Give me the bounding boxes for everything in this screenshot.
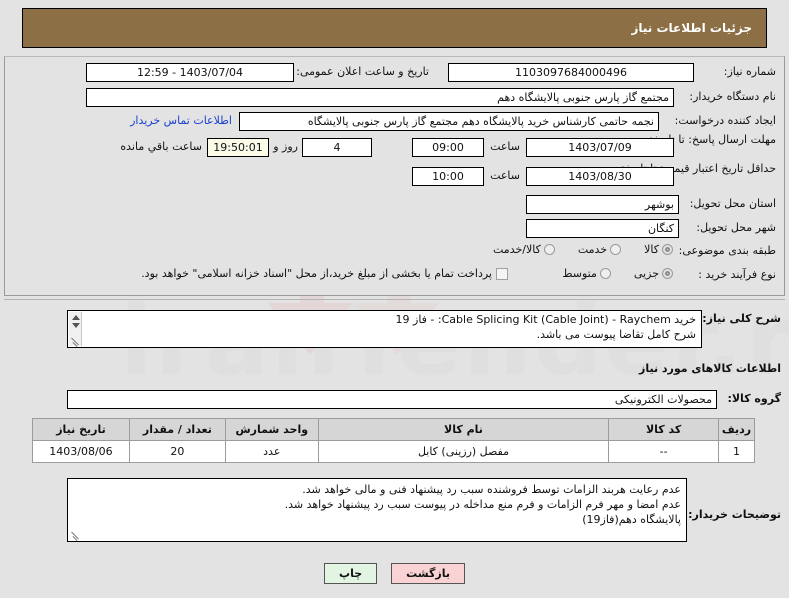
radio-category-kala[interactable] <box>662 244 673 255</box>
buyer-notes-textarea[interactable]: عدم رعایت هربند الزامات توسط فروشنده سبب… <box>67 478 687 542</box>
deadline-hour-label: ساعت <box>490 140 520 153</box>
province-value: بوشهر <box>526 195 679 214</box>
description-resize-grip[interactable] <box>70 336 80 347</box>
description-line-1: خرید Cable Splicing Kit (Cable Joint) - … <box>395 313 696 326</box>
need-number-label: شماره نیاز: <box>723 65 776 78</box>
radio-category-kala-khedmat-label: کالا/خدمت <box>493 243 541 256</box>
buyer-notes-line-2: عدم امضا و مهر فرم الزامات و فرم منع مدا… <box>284 498 681 511</box>
table-row: 1 -- مفصل (رزینی) کابل عدد 20 1403/08/06 <box>32 440 755 463</box>
goods-table: ردیف کد کالا نام کالا واحد شمارش تعداد /… <box>32 418 755 463</box>
deadline-date-value: 1403/07/09 <box>526 138 674 157</box>
print-button[interactable]: چاپ <box>324 563 378 584</box>
days-remaining-word: روز و <box>273 140 298 153</box>
buyer-notes-line-3: پالایشگاه دهم(فاز19) <box>582 513 681 526</box>
buyer-notes-line-1: عدم رعایت هربند الزامات توسط فروشنده سبب… <box>302 483 681 496</box>
goods-group-value: محصولات الکترونیکی <box>67 390 717 409</box>
description-line-2: شرح کامل تقاضا پیوست می باشد. <box>536 328 696 341</box>
page-title: جزئیات اطلاعات نیاز <box>22 8 767 48</box>
requester-value: نجمه حاتمی کارشناس خرید پالایشگاه دهم مج… <box>239 112 659 131</box>
cell-qty: 20 <box>128 440 226 463</box>
scroll-up-icon[interactable] <box>72 315 80 320</box>
province-label: استان محل تحویل: <box>689 197 776 210</box>
city-value: کنگان <box>526 219 679 238</box>
announce-datetime-label: تاریخ و ساعت اعلان عمومی: <box>296 65 429 78</box>
validity-date-value: 1403/08/30 <box>526 167 674 186</box>
need-info-panel: شماره نیاز: 1103097684000496 تاریخ و ساع… <box>4 56 785 296</box>
radio-category-khedmat-label: خدمت <box>577 243 608 256</box>
buyer-org-value: مجتمع گاز پارس جنوبی پالایشگاه دهم <box>86 88 674 107</box>
cell-name: مفصل (رزینی) کابل <box>317 440 610 463</box>
days-remaining-value: 4 <box>302 138 372 157</box>
deadline-hour-value: 09:00 <box>412 138 484 157</box>
cell-code: -- <box>608 440 720 463</box>
radio-category-khedmat[interactable] <box>610 244 622 255</box>
radio-category-kala-label: کالا <box>644 243 659 256</box>
col-need-date: تاریخ نیاز <box>32 418 130 441</box>
announce-datetime-value: 12:59 - 1403/07/04 <box>86 63 294 82</box>
radio-process-motevaset[interactable] <box>599 268 611 279</box>
need-details-panel: شرح کلی نیاز: خرید Cable Splicing Kit (C… <box>4 300 785 558</box>
col-qty: تعداد / مقدار <box>128 418 226 441</box>
buyer-org-label: نام دستگاه خریدار: <box>689 90 776 103</box>
city-label: شهر محل تحویل: <box>696 221 776 234</box>
cell-unit: عدد <box>224 440 319 463</box>
time-remaining-value: 19:50:01 <box>207 138 269 157</box>
treasury-bonds-label: پرداخت تمام یا بخشی از مبلغ خرید،از محل … <box>141 267 492 280</box>
description-textarea[interactable]: خرید Cable Splicing Kit (Cable Joint) - … <box>67 310 702 348</box>
buyer-notes-resize-grip[interactable] <box>70 530 80 541</box>
goods-table-header-row: ردیف کد کالا نام کالا واحد شمارش تعداد /… <box>32 418 755 441</box>
treasury-bonds-checkbox[interactable] <box>496 267 508 280</box>
category-label: طبقه بندی موضوعی: <box>678 244 776 257</box>
deadline-label: مهلت ارسال پاسخ: تا تاریخ: <box>649 133 776 146</box>
validity-label: حداقل تاریخ اعتبار قیمت: تا تاریخ: <box>621 162 776 175</box>
requester-label: ایجاد کننده درخواست: <box>674 114 776 127</box>
remaining-suffix-label: ساعت باقي مانده <box>120 140 202 153</box>
process-type-label: نوع فرآیند خرید : <box>698 268 776 281</box>
buyer-contact-link[interactable]: اطلاعات تماس خریدار <box>130 114 232 127</box>
goods-group-label: گروه کالا: <box>727 392 781 405</box>
page-root: iranTender.net جزئیات اطلاعات نیاز شماره… <box>0 0 789 598</box>
col-unit: واحد شمارش <box>224 418 319 441</box>
buyer-notes-label: توضیحات خریدار: <box>688 508 781 521</box>
footer-actions: بازگشت چاپ <box>0 563 789 584</box>
col-index: ردیف <box>718 418 755 441</box>
radio-process-motevaset-label: متوسط <box>562 267 597 280</box>
col-name: نام کالا <box>317 418 610 441</box>
validity-hour-label: ساعت <box>490 169 520 182</box>
validity-hour-value: 10:00 <box>412 167 484 186</box>
radio-process-jozei[interactable] <box>662 268 673 279</box>
scroll-down-icon[interactable] <box>72 323 80 328</box>
goods-section-title: اطلاعات کالاهای مورد نیاز <box>639 362 781 375</box>
col-code: کد کالا <box>608 418 720 441</box>
description-label: شرح کلی نیاز: <box>702 312 781 325</box>
cell-index: 1 <box>718 440 755 463</box>
radio-process-jozei-label: جزیی <box>633 267 659 280</box>
radio-category-kala-khedmat[interactable] <box>543 244 555 255</box>
back-button[interactable]: بازگشت <box>391 563 465 584</box>
cell-need-date: 1403/08/06 <box>32 440 130 463</box>
need-number-value: 1103097684000496 <box>448 63 694 82</box>
